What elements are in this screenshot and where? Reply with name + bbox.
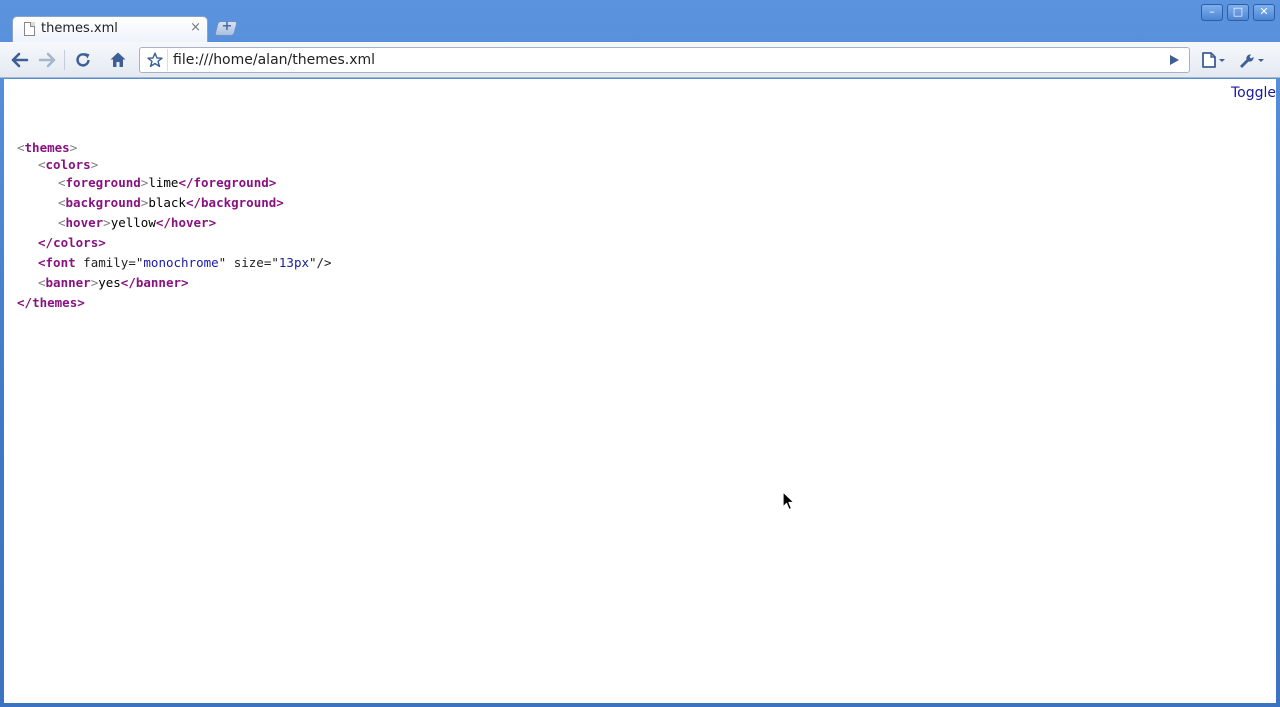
bookmark-star-button[interactable] [143,49,168,71]
maximize-button[interactable]: □ [1227,4,1249,21]
xml-tag-name: hover [170,215,209,230]
xml-line-themes-close: </themes> [17,295,85,310]
play-icon [1170,55,1179,65]
xml-line-hover: <hover>yellow</hover> [58,215,217,230]
reload-button[interactable] [71,48,95,72]
xml-text-value: yes [98,275,121,290]
xml-tag-name: foreground [193,175,269,190]
home-button[interactable] [106,48,130,72]
tab-close-button[interactable]: × [190,20,201,36]
wrench-icon [1240,54,1264,68]
xml-attr-value: monochrome [143,255,219,270]
xml-text-value: lime [148,175,179,190]
plus-icon: + [221,19,233,34]
xml-tag-name: colors [53,235,99,250]
browser-window: themes.xml × + – □ ✕ file:///home/alan/t… [0,0,1280,707]
xml-line-colors-open: <colors> [38,157,99,172]
xml-tag-name: themes [24,140,70,155]
xml-line-colors-close: </colors> [38,235,106,250]
xml-line-foreground: <foreground>lime</foreground> [58,175,277,190]
page-content: Toggle <themes> <colors> <foreground>lim… [4,79,1276,703]
xml-tree: <themes> <colors> <foreground>lime</fore… [17,139,332,313]
tab-title: themes.xml [41,21,118,36]
xml-attr-name: family [83,255,129,270]
star-icon [147,52,163,68]
reload-icon [76,53,90,67]
toolbar: file:///home/alan/themes.xml [0,42,1280,78]
xml-tag-name: font [45,255,76,270]
minimize-icon: – [1209,5,1215,18]
xml-tag-name: foreground [65,175,141,190]
xml-line-font: <font family="monochrome" size="13px"/> [38,255,332,270]
xml-line-banner: <banner>yes</banner> [38,275,189,290]
xml-tag-name: banner [45,275,91,290]
xml-tag-name: background [201,195,277,210]
url-text[interactable]: file:///home/alan/themes.xml [173,52,375,68]
back-button[interactable] [8,48,32,72]
maximize-icon: □ [1232,5,1244,18]
home-icon [110,52,126,67]
new-tab-button[interactable]: + [213,19,239,36]
xml-line-themes-open: <themes> [17,140,78,155]
tab-strip: themes.xml × + – □ ✕ [0,0,1280,43]
xml-tag-name: banner [135,275,182,290]
document-icon [24,22,35,36]
xml-text-value: yellow [110,215,156,230]
xml-tag-name: background [65,195,141,210]
wrench-menu-button[interactable] [1236,48,1268,72]
minimize-button[interactable]: – [1201,4,1223,21]
xml-tag-name: hover [65,215,104,230]
xml-tag-name: themes [32,295,78,310]
page-menu-icon [1202,52,1225,68]
close-icon: ✕ [1259,5,1269,18]
xml-attr-value: 13px [278,255,309,270]
toolbar-separator [64,50,65,70]
close-window-button[interactable]: ✕ [1253,4,1275,21]
go-button[interactable] [1163,50,1185,70]
xml-attr-name: size [233,255,264,270]
page-menu-button[interactable] [1199,48,1229,72]
mouse-pointer-icon [782,491,795,511]
xml-tag-name: colors [45,157,91,172]
back-arrow-icon [11,52,29,68]
tab-themes-xml[interactable]: themes.xml × [12,16,208,43]
forward-arrow-icon [38,52,56,68]
xml-text-value: black [148,195,186,210]
forward-button[interactable] [35,48,59,72]
toggle-link[interactable]: Toggle [1231,85,1276,101]
address-bar[interactable]: file:///home/alan/themes.xml [139,47,1190,73]
xml-line-background: <background>black</background> [58,195,284,210]
